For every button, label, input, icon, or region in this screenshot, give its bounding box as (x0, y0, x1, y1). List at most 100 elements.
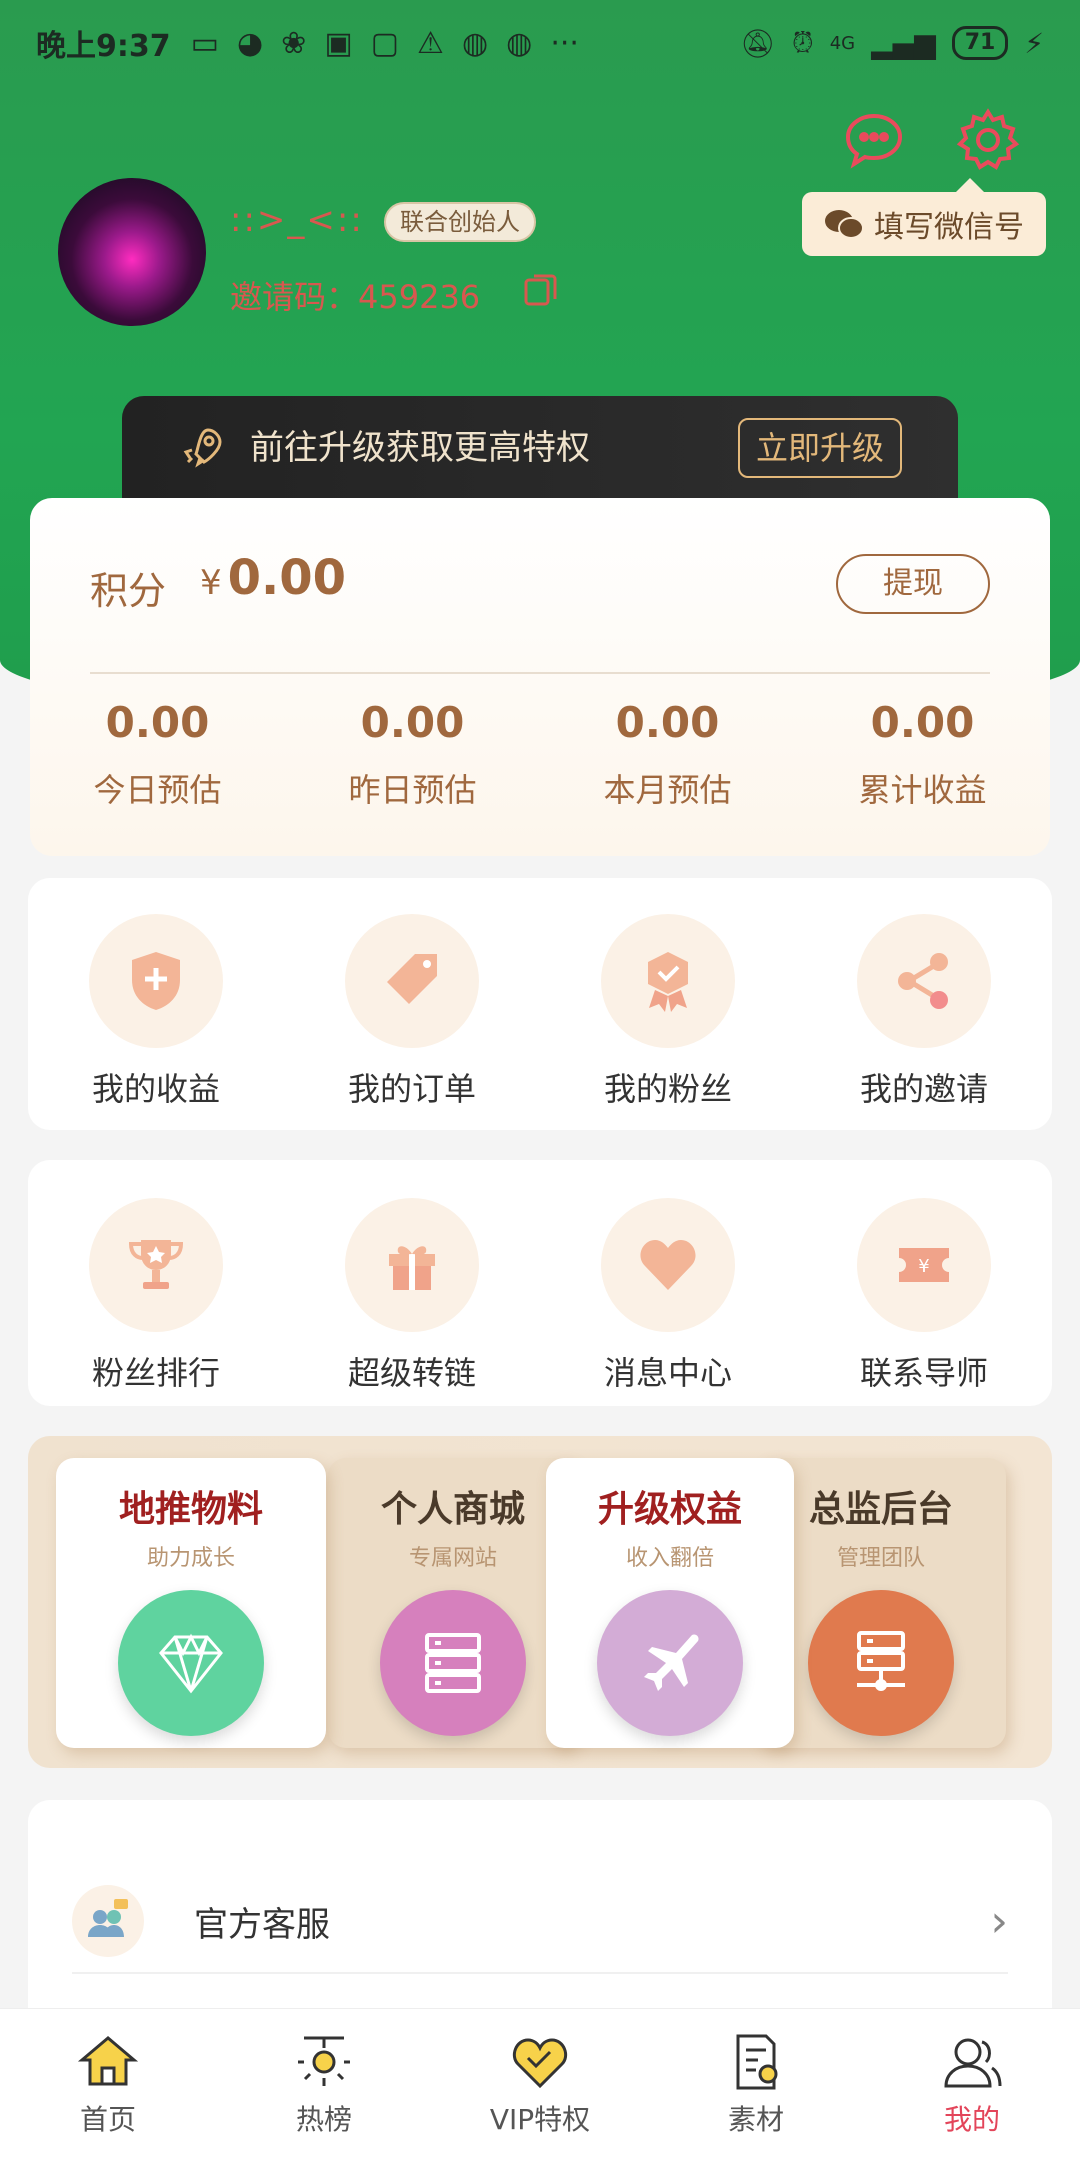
menu-super-link[interactable]: 超级转链 (284, 1160, 540, 1406)
menu-label: 联系导师 (859, 1354, 988, 1392)
stat-value: 0.00 (615, 698, 720, 747)
feature-subtitle: 专属网站 (408, 1546, 497, 1571)
service-list: 官方客服 › (28, 1800, 1052, 2040)
system-icons: 🔕︎ ⏰︎ 4G ▂▄▆ 71 ⚡︎ (740, 26, 1044, 60)
feature-strip: 个人商城 专属网站 总监后台 管理团队 地推物料 助力成长 升级权益 收入翻倍 (28, 1436, 1052, 1768)
more-notifications: ··· (550, 25, 579, 61)
menu-label: 超级转链 (347, 1354, 476, 1392)
chat-bubble-icon[interactable] (842, 108, 906, 172)
divider (90, 672, 990, 674)
app-icon: ◍ (461, 25, 489, 61)
upgrade-now-button[interactable]: 立即升级 (737, 418, 902, 478)
feature-title: 升级权益 (597, 1489, 742, 1530)
vip-heart-icon (512, 2037, 568, 2088)
menu-fans-ranking[interactable]: 粉丝排行 (28, 1160, 284, 1406)
material-doc-icon (736, 2034, 778, 2089)
stat-yesterday[interactable]: 0.00 昨日预估 (285, 698, 540, 811)
nav-home[interactable]: 首页 (0, 2009, 216, 2160)
points-label: 积分 (90, 569, 167, 613)
nav-mine[interactable]: 我的 (864, 2009, 1080, 2160)
menu-label: 消息中心 (603, 1354, 732, 1392)
battery-indicator: 71 (951, 26, 1009, 60)
stat-month[interactable]: 0.00 本月预估 (540, 698, 795, 811)
nav-label: 热榜 (295, 2102, 352, 2136)
currency-symbol: ¥ (200, 563, 222, 603)
user-icon (944, 2038, 1002, 2087)
nav-materials[interactable]: 素材 (648, 2009, 864, 2160)
shield-plus-icon (132, 952, 180, 1010)
stat-value: 0.00 (360, 698, 465, 747)
charging-icon: ⚡︎ (1024, 26, 1044, 60)
copy-icon[interactable] (522, 270, 560, 308)
list-item-label: 官方客服 (194, 1904, 330, 1945)
menu-my-invites[interactable]: 我的邀请 (796, 878, 1052, 1130)
nav-hot[interactable]: 热榜 (216, 2009, 432, 2160)
menu-label: 我的收益 (91, 1070, 220, 1108)
feature-title: 个人商城 (380, 1489, 525, 1530)
gear-icon[interactable] (956, 108, 1020, 172)
nickname: ::>_<:: (230, 200, 364, 240)
stat-value: 0.00 (105, 698, 210, 747)
menu-label: 我的订单 (347, 1070, 476, 1108)
menu-message-center[interactable]: 消息中心 (540, 1160, 796, 1406)
avatar[interactable] (58, 178, 206, 326)
menu-my-earnings[interactable]: 我的收益 (28, 878, 284, 1130)
list-item-customer-service[interactable]: 官方客服 › (72, 1870, 1008, 1974)
menu-grid-2: 粉丝排行 超级转链 消息中心 ¥ 联系导师 (28, 1160, 1052, 1406)
menu-label: 粉丝排行 (91, 1354, 220, 1392)
wechat-icon (825, 210, 864, 239)
header-actions (842, 108, 1020, 172)
role-badge: 联合创始人 (384, 202, 536, 242)
feature-ground-materials[interactable]: 地推物料 助力成长 (56, 1458, 326, 1748)
mi-store-icon: ▣ (324, 25, 353, 61)
menu-my-fans[interactable]: 我的粉丝 (540, 878, 796, 1130)
calendar-icon: ▢ (370, 25, 400, 61)
heart-icon (640, 1240, 696, 1290)
app-icon: ◍ (506, 25, 533, 61)
diamond-icon (159, 1633, 223, 1694)
menu-contact-mentor[interactable]: ¥ 联系导师 (796, 1160, 1052, 1406)
status-time: 晚上9:37 (36, 29, 171, 64)
trophy-icon (128, 1240, 184, 1289)
upgrade-banner[interactable]: 前往升级获取更高特权 立即升级 (122, 396, 958, 506)
network-server-icon (857, 1631, 905, 1691)
server-stack-icon (425, 1633, 481, 1693)
bottom-nav: 首页 热榜 VIP特权 素材 我的 (0, 2008, 1080, 2160)
nav-label: 首页 (79, 2102, 136, 2136)
menu-label: 我的粉丝 (603, 1070, 732, 1108)
withdraw-button[interactable]: 提现 (836, 554, 990, 614)
stat-value: 0.00 (870, 698, 975, 747)
feature-personal-mall[interactable]: 个人商城 专属网站 (328, 1458, 578, 1748)
hot-lamp-icon (298, 2036, 350, 2086)
message-icon: ▭ (190, 25, 219, 61)
badge-check-icon (648, 952, 688, 1012)
nav-label: VIP特权 (489, 2102, 591, 2136)
ticket-icon: ¥ (899, 1248, 949, 1282)
feature-upgrade-benefits[interactable]: 升级权益 收入翻倍 (546, 1458, 794, 1748)
menu-label: 我的邀请 (859, 1070, 988, 1108)
nav-vip[interactable]: VIP特权 (432, 2009, 648, 2160)
airplane-icon (644, 1634, 699, 1691)
feature-title: 地推物料 (118, 1489, 263, 1530)
nav-label: 我的 (943, 2102, 1000, 2136)
gift-icon (389, 1246, 435, 1290)
stat-today[interactable]: 0.00 今日预估 (30, 698, 285, 811)
stat-label: 昨日预估 (348, 771, 477, 809)
points-value: ¥0.00 (200, 550, 346, 606)
home-icon (77, 2035, 139, 2085)
fill-wechat-button[interactable]: 填写微信号 (802, 178, 1046, 256)
rocket-icon (183, 428, 222, 468)
upgrade-text: 前往升级获取更高特权 (250, 428, 590, 468)
points-amount: 0.00 (227, 550, 347, 606)
menu-my-orders[interactable]: 我的订单 (284, 878, 540, 1130)
alarm-icon: ⏰︎ (791, 26, 814, 59)
notification-icons: ▭ ◕ ❀ ▣ ▢ ⚠ ◍ ◍ ··· (191, 26, 579, 61)
uc-browser-icon: ❀ (281, 25, 307, 61)
stat-total[interactable]: 0.00 累计收益 (795, 698, 1050, 811)
feature-subtitle: 助力成长 (146, 1546, 235, 1571)
share-icon (898, 953, 948, 1009)
mute-icon: 🔕︎ (740, 26, 776, 60)
svg-text:¥: ¥ (918, 1256, 929, 1277)
stat-label: 本月预估 (603, 771, 732, 809)
network-label: 4G (829, 32, 856, 54)
